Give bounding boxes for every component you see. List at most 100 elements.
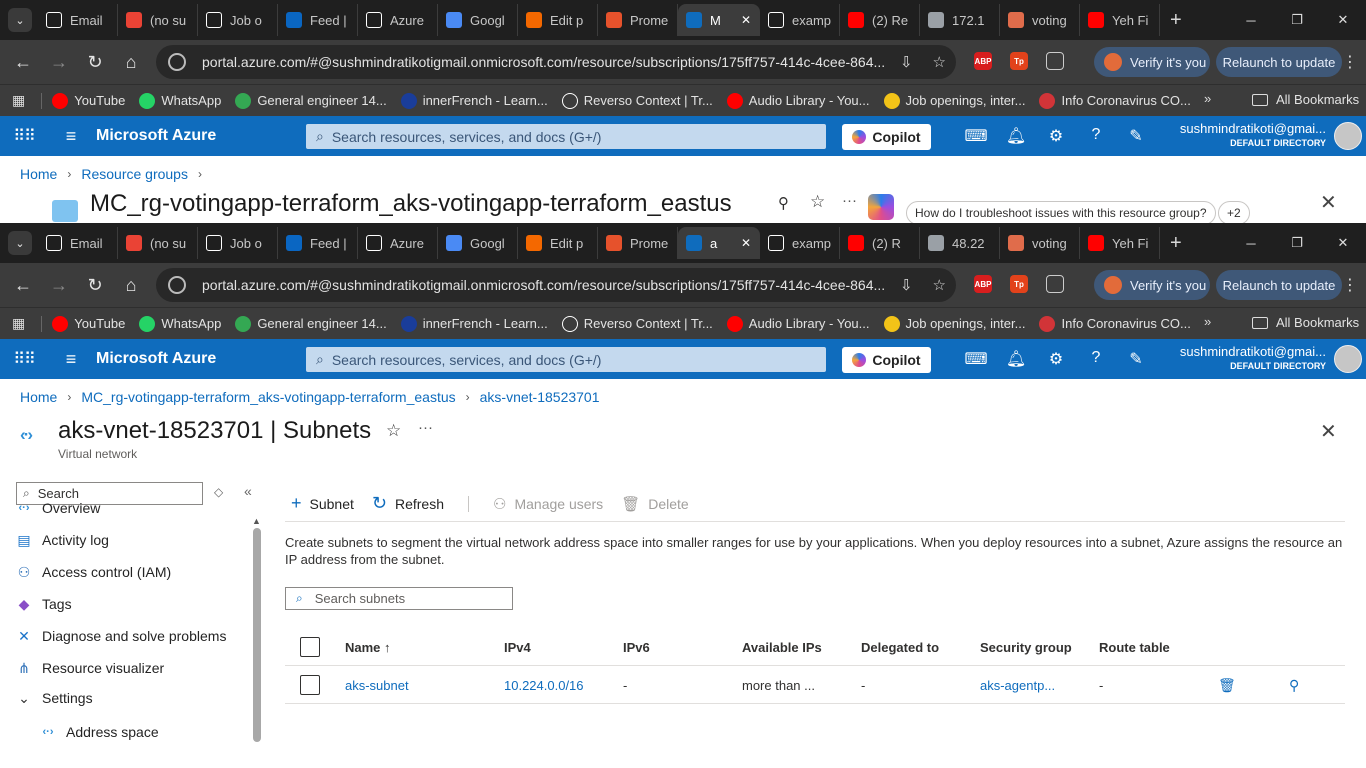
- bookmark-item[interactable]: Reverso Context | Tr...: [561, 92, 713, 109]
- cloud-shell-icon[interactable]: ⌨: [956, 349, 996, 369]
- browser-tab[interactable]: M ✕: [678, 4, 760, 36]
- bookmark-item[interactable]: Job openings, inter...: [883, 92, 1025, 109]
- browser-tab[interactable]: Job o: [198, 227, 278, 259]
- browser-tab[interactable]: Email: [38, 227, 118, 259]
- breadcrumb-resource-groups[interactable]: Resource groups: [81, 166, 188, 182]
- menu-scrollbar[interactable]: [253, 528, 261, 742]
- browser-tab[interactable]: a ✕: [678, 227, 760, 259]
- column-ipv4[interactable]: IPv4: [504, 628, 531, 666]
- add-subnet-button[interactable]: + Subnet: [291, 493, 354, 514]
- favorite-star-icon[interactable]: ☆: [810, 192, 825, 212]
- account-avatar[interactable]: [1334, 122, 1362, 150]
- settings-gear-icon[interactable]: ⚙: [1036, 126, 1076, 146]
- column-route-table[interactable]: Route table: [1099, 628, 1170, 666]
- browser-tab[interactable]: 48.22: [920, 227, 1000, 259]
- collapse-menu-icon[interactable]: «: [244, 483, 252, 499]
- bookmark-item[interactable]: General engineer 14...: [235, 315, 387, 332]
- bookmark-item[interactable]: WhatsApp: [139, 92, 221, 109]
- feedback-icon[interactable]: ✎: [1116, 349, 1156, 369]
- site-info-icon[interactable]: [168, 276, 186, 294]
- portal-menu-icon[interactable]: ≡: [48, 126, 94, 147]
- breadcrumb-vnet[interactable]: aks-vnet-18523701: [480, 389, 600, 405]
- tp-extension-icon[interactable]: Tp: [1010, 52, 1028, 70]
- bookmark-item[interactable]: Audio Library - You...: [726, 92, 870, 109]
- app-launcher-icon[interactable]: ⠿⠿: [0, 349, 48, 369]
- browser-tab[interactable]: Googl: [438, 4, 518, 36]
- back-icon[interactable]: ←: [8, 52, 38, 73]
- install-app-icon[interactable]: ⇩: [900, 276, 913, 294]
- azure-brand[interactable]: Microsoft Azure: [96, 127, 216, 145]
- settings-gear-icon[interactable]: ⚙: [1036, 349, 1076, 369]
- browser-tab[interactable]: Prome: [598, 227, 678, 259]
- new-tab-button[interactable]: +: [1170, 232, 1182, 255]
- install-app-icon[interactable]: ⇩: [900, 53, 913, 71]
- row-pin-icon[interactable]: ⚲: [1289, 666, 1299, 704]
- bookmark-item[interactable]: innerFrench - Learn...: [400, 315, 548, 332]
- subnet-security-group-link[interactable]: aks-agentp...: [980, 666, 1055, 704]
- column-ipv6[interactable]: IPv6: [623, 628, 650, 666]
- nav-item[interactable]: ‹·› Address space: [40, 719, 159, 745]
- browser-tab[interactable]: 172.1: [920, 4, 1000, 36]
- bookmark-item[interactable]: Job openings, inter...: [883, 315, 1025, 332]
- subnet-ipv4-link[interactable]: 10.224.0.0/16: [504, 666, 584, 704]
- breadcrumb-home[interactable]: Home: [20, 166, 57, 182]
- browser-tab[interactable]: Edit p: [518, 4, 598, 36]
- browser-tab[interactable]: Email: [38, 4, 118, 36]
- close-tab-icon[interactable]: ✕: [741, 13, 751, 27]
- browser-menu-icon[interactable]: ⋮: [1342, 52, 1358, 72]
- browser-tab[interactable]: Feed |: [278, 227, 358, 259]
- browser-tab[interactable]: Yeh Fi: [1080, 227, 1160, 259]
- column-delegated-to[interactable]: Delegated to: [861, 628, 939, 666]
- extensions-puzzle-icon[interactable]: [1046, 52, 1064, 70]
- copilot-suggestion-chip[interactable]: How do I troubleshoot issues with this r…: [906, 201, 1216, 225]
- apps-grid-icon[interactable]: ▦: [12, 92, 25, 109]
- nav-item[interactable]: ✕ Diagnose and solve problems: [16, 623, 226, 649]
- close-window-icon[interactable]: ✕: [1320, 12, 1366, 28]
- azure-search-input[interactable]: ⌕ Search resources, services, and docs (G…: [306, 124, 826, 149]
- restore-icon[interactable]: ❐: [1274, 12, 1320, 28]
- site-info-icon[interactable]: [168, 53, 186, 71]
- expand-collapse-icon[interactable]: ◇: [214, 485, 223, 499]
- app-launcher-icon[interactable]: ⠿⠿: [0, 126, 48, 146]
- apps-grid-icon[interactable]: ▦: [12, 315, 25, 332]
- minimize-icon[interactable]: ─: [1228, 13, 1274, 28]
- extensions-puzzle-icon[interactable]: [1046, 275, 1064, 293]
- browser-menu-icon[interactable]: ⋮: [1342, 275, 1358, 295]
- nav-item[interactable]: ⋔ Resource visualizer: [16, 655, 164, 681]
- bookmark-item[interactable]: YouTube: [52, 315, 125, 332]
- account-info[interactable]: sushmindratikoti@gmai... DEFAULT DIRECTOR…: [1166, 344, 1326, 371]
- all-bookmarks-folder[interactable]: All Bookmarks: [1252, 92, 1359, 107]
- browser-tab[interactable]: voting: [1000, 227, 1080, 259]
- feedback-icon[interactable]: ✎: [1116, 126, 1156, 146]
- browser-tab[interactable]: (2) R: [840, 227, 920, 259]
- more-actions-icon[interactable]: ···: [418, 419, 433, 436]
- copilot-suggestion-icon[interactable]: [868, 194, 894, 220]
- bookmark-item[interactable]: Audio Library - You...: [726, 315, 870, 332]
- browser-tab[interactable]: Prome: [598, 4, 678, 36]
- row-checkbox[interactable]: [300, 675, 320, 695]
- subnet-search-input[interactable]: ⌕ Search subnets: [285, 587, 513, 610]
- account-info[interactable]: sushmindratikoti@gmai... DEFAULT DIRECTOR…: [1166, 121, 1326, 148]
- browser-tab[interactable]: Yeh Fi: [1080, 4, 1160, 36]
- home-icon[interactable]: ⌂: [116, 52, 146, 73]
- relaunch-button[interactable]: Relaunch to update: [1216, 47, 1342, 77]
- omnibox[interactable]: portal.azure.com/#@sushmindratikotigmail…: [156, 268, 956, 302]
- close-tab-icon[interactable]: ✕: [741, 236, 751, 250]
- forward-icon[interactable]: →: [44, 275, 74, 296]
- nav-item[interactable]: ⌄ Settings: [16, 685, 92, 711]
- column-available-ips[interactable]: Available IPs: [742, 628, 822, 666]
- subnet-name-link[interactable]: aks-subnet: [345, 666, 409, 704]
- browser-tab[interactable]: examp: [760, 4, 840, 36]
- bookmark-item[interactable]: Info Coronavirus CO...: [1039, 92, 1191, 109]
- home-icon[interactable]: ⌂: [116, 275, 146, 296]
- copilot-button[interactable]: Copilot: [842, 124, 931, 150]
- tp-extension-icon[interactable]: Tp: [1010, 275, 1028, 293]
- help-icon[interactable]: ?: [1076, 126, 1116, 146]
- favorite-star-icon[interactable]: ☆: [386, 421, 401, 441]
- tab-search-button[interactable]: ⌄: [8, 231, 32, 255]
- browser-tab[interactable]: (no su: [118, 4, 198, 36]
- manage-users-button[interactable]: ⚇ Manage users: [493, 495, 603, 513]
- verify-button[interactable]: Verify it's you: [1094, 47, 1210, 77]
- browser-tab[interactable]: Feed |: [278, 4, 358, 36]
- column-name[interactable]: Name ↑: [345, 628, 391, 666]
